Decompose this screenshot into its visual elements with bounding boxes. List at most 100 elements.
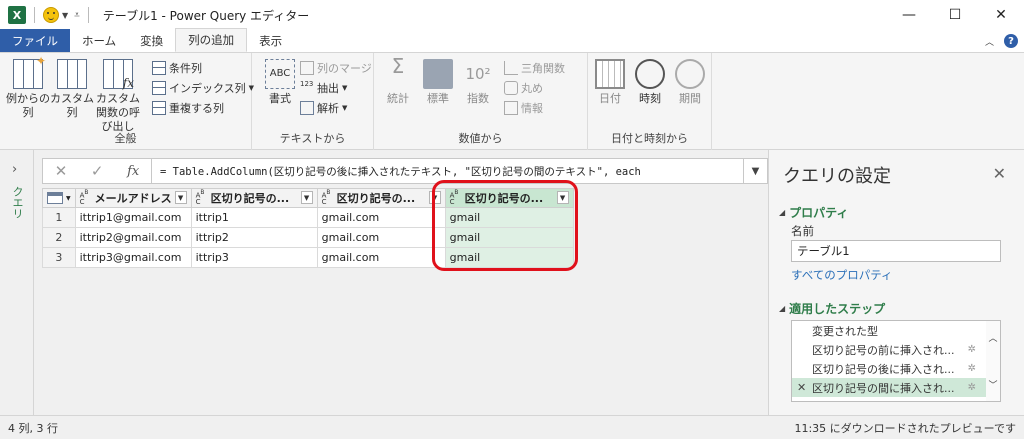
delete-step-icon[interactable]: ✕: [797, 381, 806, 394]
expand-queries-chevron-icon[interactable]: ›: [12, 162, 17, 177]
ribbon: 例からの列 カスタム列 fx カスタム関数の呼び出し 条件列 インデックス列 ▼…: [0, 53, 1024, 150]
window-controls: — ☐ ✕: [886, 0, 1024, 30]
extract-dropdown-icon[interactable]: ▼: [342, 84, 347, 92]
query-name-input[interactable]: テーブル1: [791, 240, 1001, 262]
parse-dropdown-icon[interactable]: ▼: [342, 104, 347, 112]
group-datetime-label: 日付と時刻から: [611, 132, 688, 145]
collapse-ribbon-icon[interactable]: ︿: [985, 35, 994, 48]
parse-button[interactable]: 解析 ▼: [300, 99, 347, 117]
all-properties-link[interactable]: すべてのプロパティ: [791, 267, 893, 283]
index-column-button[interactable]: インデックス列 ▼: [152, 79, 254, 97]
calendar-icon: [595, 59, 625, 89]
applied-step[interactable]: 区切り記号の前に挿入され... ✲: [792, 340, 1000, 359]
tab-add-column[interactable]: 列の追加: [175, 28, 248, 52]
scroll-up-icon[interactable]: ︿: [988, 331, 997, 344]
clock-icon: [635, 59, 665, 89]
table-cell[interactable]: ittrip2@gmail.com: [74, 227, 192, 248]
text-type-icon: AB C: [79, 189, 89, 207]
steps-scrollbar[interactable]: ︿ ﹀: [986, 321, 1000, 401]
scientific-button[interactable]: 10² 指数: [458, 59, 498, 106]
column-filter-dropdown-icon[interactable]: ▼: [300, 191, 313, 205]
group-text-label: テキストから: [279, 132, 346, 145]
queries-pane-collapsed: › クエリ: [0, 150, 34, 415]
close-window-button[interactable]: ✕: [978, 0, 1024, 30]
table-cell[interactable]: gmail.com: [316, 207, 446, 228]
time-button[interactable]: 時刻: [630, 59, 670, 106]
format-button[interactable]: ABC 書式: [258, 59, 302, 106]
table-icon: [47, 192, 63, 204]
table-cell[interactable]: ittrip1@gmail.com: [74, 207, 192, 228]
invoke-function-icon: fx: [103, 59, 134, 90]
date-label: 日付: [599, 92, 621, 105]
column-header-before-delimiter[interactable]: AB C 区切り記号の... ▼: [190, 188, 318, 208]
extract-button[interactable]: 123 抽出 ▼: [300, 79, 347, 97]
duplicate-column-button[interactable]: 重複する列: [152, 99, 224, 117]
collapse-triangle-icon: ◢: [779, 304, 786, 313]
tab-view[interactable]: 表示: [247, 29, 294, 52]
custom-column-button[interactable]: カスタム列: [50, 59, 94, 120]
cancel-formula-icon[interactable]: ✕: [55, 162, 68, 180]
tab-file[interactable]: ファイル: [0, 29, 70, 52]
column-header-label: メールアドレス: [94, 191, 172, 205]
row-number[interactable]: 2: [42, 227, 76, 248]
column-header-after-delimiter[interactable]: AB C 区切り記号の... ▼: [316, 188, 446, 208]
format-label: 書式: [269, 92, 291, 105]
rounding-label: 丸め: [521, 82, 543, 95]
statistics-button[interactable]: Σ 統計: [378, 56, 418, 106]
fx-icon[interactable]: fx: [127, 164, 139, 179]
red-highlight-annotation: [432, 180, 578, 271]
column-filter-dropdown-icon[interactable]: ▼: [174, 191, 187, 205]
applied-step-selected[interactable]: ✕ 区切り記号の間に挿入され... ✲: [792, 378, 1000, 397]
tab-transform[interactable]: 変換: [128, 29, 175, 52]
feedback-smiley-icon[interactable]: [43, 7, 59, 23]
step-settings-gear-icon[interactable]: ✲: [968, 363, 976, 374]
column-header-email[interactable]: AB C メールアドレス ▼: [74, 188, 192, 208]
commit-formula-icon[interactable]: ✓: [91, 162, 104, 180]
row-number[interactable]: 1: [42, 207, 76, 228]
information-button[interactable]: 情報: [504, 99, 543, 117]
table-cell[interactable]: ittrip3@gmail.com: [74, 247, 192, 268]
group-general-label: 全般: [114, 132, 137, 145]
merge-columns-label: 列のマージ: [317, 62, 372, 75]
rounding-icon: [504, 81, 518, 95]
table-cell[interactable]: ittrip3: [190, 247, 318, 268]
quick-access-dropdown-icon[interactable]: ▼: [62, 11, 68, 20]
extract-label: 抽出: [317, 82, 339, 95]
standard-button[interactable]: 標準: [418, 59, 458, 106]
properties-section-header[interactable]: ◢ プロパティ: [779, 204, 848, 221]
close-settings-icon[interactable]: ✕: [993, 164, 1006, 183]
table-cell[interactable]: gmail.com: [316, 227, 446, 248]
table-cell[interactable]: ittrip2: [190, 227, 318, 248]
maximize-button[interactable]: ☐: [932, 0, 978, 30]
index-column-label: インデックス列: [169, 82, 246, 95]
queries-pane-label[interactable]: クエリ: [9, 186, 25, 219]
scroll-down-icon[interactable]: ﹀: [988, 378, 997, 391]
rounding-button[interactable]: 丸め: [504, 79, 543, 97]
table-cell[interactable]: gmail.com: [316, 247, 446, 268]
help-icon[interactable]: ?: [1004, 34, 1018, 48]
row-number[interactable]: 3: [42, 247, 76, 268]
main-area: ✕ ✓ fx = Table.AddColumn(区切り記号の後に挿入されたテキ…: [34, 150, 768, 415]
column-from-examples-button[interactable]: 例からの列: [6, 54, 50, 120]
merge-columns-icon: [300, 61, 314, 75]
customize-quick-access-icon[interactable]: ⩡: [74, 10, 80, 21]
invoke-custom-function-button[interactable]: fx カスタム関数の呼び出し: [92, 59, 144, 134]
applied-step[interactable]: 変更された型: [792, 321, 1000, 340]
applied-step[interactable]: 区切り記号の後に挿入され... ✲: [792, 359, 1000, 378]
table-menu-button[interactable]: ▼: [42, 188, 76, 208]
minimize-button[interactable]: —: [886, 0, 932, 30]
step-settings-gear-icon[interactable]: ✲: [968, 344, 976, 355]
merge-columns-button[interactable]: 列のマージ: [300, 59, 372, 77]
conditional-column-button[interactable]: 条件列: [152, 59, 202, 77]
date-button[interactable]: 日付: [590, 59, 630, 106]
tab-home[interactable]: ホーム: [70, 29, 128, 52]
expand-formula-chevron-icon[interactable]: ▼: [744, 158, 768, 184]
table-cell[interactable]: ittrip1: [190, 207, 318, 228]
duration-button[interactable]: 期間: [670, 59, 710, 106]
formula-bar-icons: ✕ ✓ fx: [42, 158, 152, 184]
custom-column-icon: [57, 59, 87, 89]
query-settings-pane: クエリの設定 ✕ ◢ プロパティ 名前 テーブル1 すべてのプロパティ ◢ 適用…: [768, 150, 1024, 415]
trigonometry-button[interactable]: 三角関数: [504, 59, 565, 77]
step-settings-gear-icon[interactable]: ✲: [968, 382, 976, 393]
applied-steps-section-header[interactable]: ◢ 適用したステップ: [779, 300, 885, 317]
